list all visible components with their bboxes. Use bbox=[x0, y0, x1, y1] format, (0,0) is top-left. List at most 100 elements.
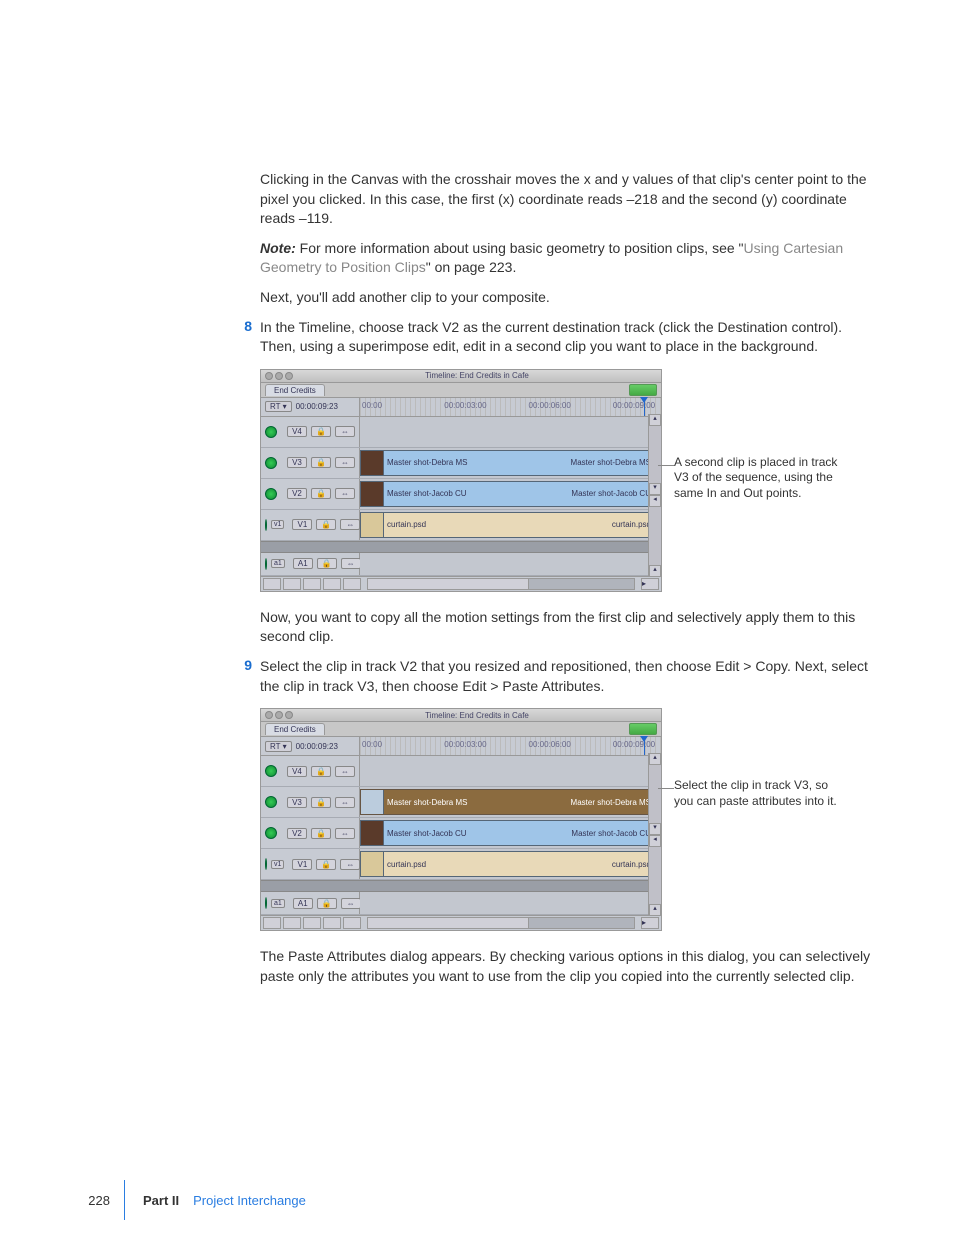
track-v2-lane[interactable]: Master shot-Jacob CU Master shot-Jacob C… bbox=[360, 479, 661, 509]
track-a1-lane[interactable] bbox=[360, 553, 661, 575]
clip-debra[interactable]: Master shot-Debra MS Master shot-Debra M… bbox=[360, 450, 655, 476]
lock-icon[interactable]: 🔒 bbox=[317, 898, 337, 909]
footer-button[interactable] bbox=[303, 578, 321, 590]
footer-button[interactable] bbox=[303, 917, 321, 929]
auto-select-icon[interactable]: ⇔ bbox=[335, 828, 355, 839]
footer-button[interactable] bbox=[263, 578, 281, 590]
rt-popup[interactable]: RT ▾ bbox=[265, 741, 292, 752]
lock-icon[interactable]: 🔒 bbox=[311, 828, 331, 839]
scroll-right-icon[interactable]: ▸ bbox=[641, 917, 659, 929]
zoom-icon[interactable] bbox=[285, 711, 293, 719]
lock-icon[interactable]: 🔒 bbox=[317, 558, 337, 569]
track-label-a1[interactable]: A1 bbox=[293, 898, 313, 909]
vertical-scrollbar[interactable]: ▴▾◂▴ bbox=[648, 753, 661, 916]
vertical-scrollbar[interactable]: ▴▾◂▴ bbox=[648, 414, 661, 577]
lock-icon[interactable]: 🔒 bbox=[311, 488, 331, 499]
visibility-toggle[interactable] bbox=[265, 827, 277, 839]
footer-button[interactable] bbox=[263, 917, 281, 929]
note: Note: For more information about using b… bbox=[260, 239, 874, 278]
visibility-toggle[interactable] bbox=[265, 426, 277, 438]
zoom-icon[interactable] bbox=[285, 372, 293, 380]
track-label-v3[interactable]: V3 bbox=[287, 797, 307, 808]
visibility-toggle[interactable] bbox=[265, 858, 267, 870]
track-label-v3[interactable]: V3 bbox=[287, 457, 307, 468]
track-label-v4[interactable]: V4 bbox=[287, 426, 307, 437]
lock-icon[interactable]: 🔒 bbox=[311, 766, 331, 777]
footer-button[interactable] bbox=[343, 578, 361, 590]
minimize-icon[interactable] bbox=[275, 711, 283, 719]
minimize-icon[interactable] bbox=[275, 372, 283, 380]
rt-popup[interactable]: RT ▾ bbox=[265, 401, 292, 412]
clip-debra-selected[interactable]: Master shot-Debra MS Master shot-Debra M… bbox=[360, 789, 655, 815]
body-text: Next, you'll add another clip to your co… bbox=[260, 288, 874, 308]
lock-icon[interactable]: 🔒 bbox=[316, 519, 336, 530]
footer-button[interactable] bbox=[323, 917, 341, 929]
section-label: Project Interchange bbox=[193, 1193, 306, 1208]
auto-select-icon[interactable]: ⇔ bbox=[341, 898, 361, 909]
clip-curtain[interactable]: curtain.psd curtain.psd bbox=[360, 512, 655, 538]
track-v4-lane[interactable] bbox=[360, 756, 661, 786]
close-icon[interactable] bbox=[265, 711, 273, 719]
ruler[interactable]: 00:00 00:00:03:00 00:00:06:00 00:00:09:0… bbox=[360, 398, 661, 416]
clip-thumbnail bbox=[361, 852, 384, 876]
track-label-v2[interactable]: V2 bbox=[287, 488, 307, 499]
track-label-v2[interactable]: V2 bbox=[287, 828, 307, 839]
track-label-v4[interactable]: V4 bbox=[287, 766, 307, 777]
ruler[interactable]: 00:00 00:00:03:00 00:00:06:00 00:00:09:0… bbox=[360, 737, 661, 755]
footer-button[interactable] bbox=[343, 917, 361, 929]
visibility-toggle[interactable] bbox=[265, 519, 267, 531]
audibility-toggle[interactable] bbox=[265, 897, 267, 909]
track-a1-lane[interactable] bbox=[360, 892, 661, 914]
playhead[interactable] bbox=[644, 737, 645, 755]
track-v3-lane[interactable]: Master shot-Debra MS Master shot-Debra M… bbox=[360, 787, 661, 817]
track-label-a1[interactable]: A1 bbox=[293, 558, 313, 569]
clip-curtain[interactable]: curtain.psd curtain.psd bbox=[360, 851, 655, 877]
auto-select-icon[interactable]: ⇔ bbox=[341, 558, 361, 569]
footer-button[interactable] bbox=[283, 578, 301, 590]
sequence-tab[interactable]: End Credits bbox=[265, 384, 325, 396]
lock-icon[interactable]: 🔒 bbox=[311, 457, 331, 468]
source-v1[interactable]: v1 bbox=[271, 520, 284, 529]
scroll-right-icon[interactable]: ▸ bbox=[641, 578, 659, 590]
auto-select-icon[interactable]: ⇔ bbox=[335, 426, 355, 437]
auto-select-icon[interactable]: ⇔ bbox=[335, 766, 355, 777]
auto-select-icon[interactable]: ⇔ bbox=[340, 859, 360, 870]
paragraph: Clicking in the Canvas with the crosshai… bbox=[260, 170, 874, 308]
source-a1[interactable]: a1 bbox=[271, 899, 285, 908]
visibility-toggle[interactable] bbox=[265, 765, 277, 777]
sequence-tab[interactable]: End Credits bbox=[265, 723, 325, 735]
figure-timeline-2: Timeline: End Credits in Cafe End Credit… bbox=[260, 708, 874, 931]
lock-icon[interactable]: 🔒 bbox=[311, 797, 331, 808]
footer-button[interactable] bbox=[323, 578, 341, 590]
audibility-toggle[interactable] bbox=[265, 558, 267, 570]
visibility-toggle[interactable] bbox=[265, 796, 277, 808]
source-a1[interactable]: a1 bbox=[271, 559, 285, 568]
lock-icon[interactable]: 🔒 bbox=[311, 426, 331, 437]
clip-jacob[interactable]: Master shot-Jacob CU Master shot-Jacob C… bbox=[360, 481, 655, 507]
playhead[interactable] bbox=[644, 398, 645, 416]
body-text: Clicking in the Canvas with the crosshai… bbox=[260, 170, 874, 229]
horizontal-scrollbar[interactable] bbox=[367, 917, 635, 929]
visibility-toggle[interactable] bbox=[265, 488, 277, 500]
auto-select-icon[interactable]: ⇔ bbox=[335, 457, 355, 468]
auto-select-icon[interactable]: ⇔ bbox=[335, 797, 355, 808]
track-label-v1[interactable]: V1 bbox=[292, 859, 312, 870]
track-v2-lane[interactable]: Master shot-Jacob CU Master shot-Jacob C… bbox=[360, 818, 661, 848]
visibility-toggle[interactable] bbox=[265, 457, 277, 469]
track-v1-lane[interactable]: curtain.psd curtain.psd bbox=[360, 849, 661, 879]
auto-select-icon[interactable]: ⇔ bbox=[335, 488, 355, 499]
current-timecode[interactable]: 00:00:09:23 bbox=[296, 402, 338, 411]
track-v3-lane[interactable]: Master shot-Debra MS Master shot-Debra M… bbox=[360, 448, 661, 478]
horizontal-scrollbar[interactable] bbox=[367, 578, 635, 590]
track-label-v1[interactable]: V1 bbox=[292, 519, 312, 530]
window-title: Timeline: End Credits in Cafe bbox=[293, 371, 661, 380]
track-v1-lane[interactable]: curtain.psd curtain.psd bbox=[360, 510, 661, 540]
footer-button[interactable] bbox=[283, 917, 301, 929]
close-icon[interactable] bbox=[265, 372, 273, 380]
lock-icon[interactable]: 🔒 bbox=[316, 859, 336, 870]
source-v1[interactable]: v1 bbox=[271, 860, 284, 869]
clip-jacob[interactable]: Master shot-Jacob CU Master shot-Jacob C… bbox=[360, 820, 655, 846]
track-v4-lane[interactable] bbox=[360, 417, 661, 447]
auto-select-icon[interactable]: ⇔ bbox=[340, 519, 360, 530]
current-timecode[interactable]: 00:00:09:23 bbox=[296, 742, 338, 751]
